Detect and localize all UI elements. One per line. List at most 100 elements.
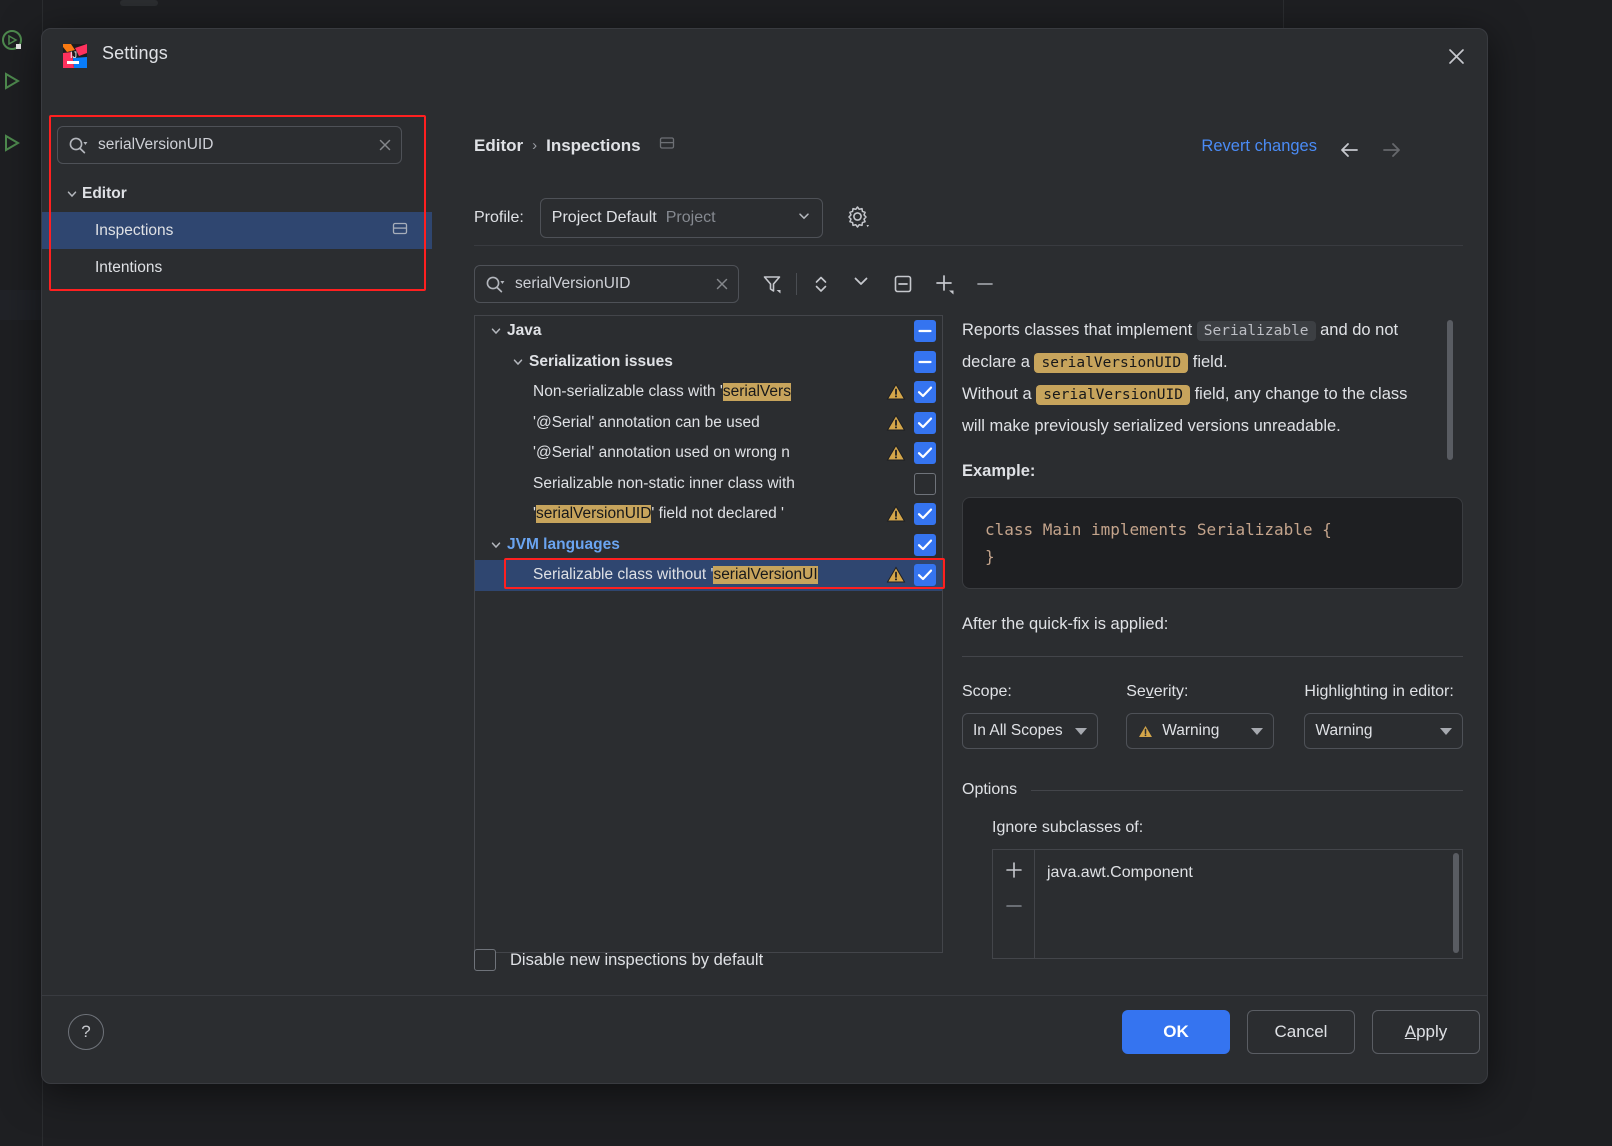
plus-icon[interactable] (928, 267, 962, 301)
editor-gutter (0, 0, 42, 1146)
collapse-all-icon[interactable] (844, 267, 878, 301)
minus-icon[interactable] (968, 267, 1002, 301)
tree-item-checkbox[interactable] (914, 320, 936, 343)
inspection-description-pane: Reports classes that implement Serializa… (962, 315, 1463, 995)
run-gutter-icon (2, 30, 24, 52)
severity-dropdown[interactable]: Warning (1126, 713, 1275, 749)
divider (1031, 789, 1463, 791)
minus-icon[interactable] (1001, 893, 1027, 919)
help-icon[interactable]: ? (68, 1014, 104, 1050)
options-label: Options (962, 781, 1018, 798)
minus-box-icon[interactable] (886, 267, 920, 301)
ignore-subclasses-list: java.awt.Component (992, 849, 1463, 959)
table-row[interactable]: 'serialVersionUID' field not declared ' (475, 499, 942, 530)
inspection-tree: Java Serialization issues Non-serializab… (474, 315, 945, 953)
search-icon (68, 136, 90, 154)
tree-item-label: JVM languages (507, 535, 620, 553)
section-divider (474, 245, 1463, 246)
warning-icon (886, 443, 906, 463)
clear-icon[interactable] (714, 276, 730, 292)
profile-scope: Project (665, 209, 716, 226)
description-scrollbar[interactable] (1447, 320, 1453, 460)
table-row[interactable]: Serialization issues (475, 347, 942, 378)
chevron-down-icon[interactable] (485, 325, 507, 337)
sidebar-tree: Editor Inspections Intentions (42, 175, 432, 286)
clear-icon[interactable] (377, 137, 393, 153)
severity-label: Severity: (1126, 683, 1189, 700)
tree-item-checkbox[interactable] (914, 350, 936, 373)
after-quickfix-label: After the quick-fix is applied: (962, 615, 1169, 633)
breadcrumb-parent[interactable]: Editor (474, 136, 523, 156)
settings-detail-pane: Editor › Inspections Revert changes Prof… (432, 83, 1487, 995)
profile-row: Profile: Project Default Project (432, 193, 873, 243)
table-row[interactable]: Serializable non-static inner class with (475, 469, 942, 500)
ok-button[interactable]: OK (1122, 1010, 1230, 1054)
sidebar-item-intentions[interactable]: Intentions (42, 249, 432, 286)
intellij-idea-icon: IJ (62, 43, 88, 69)
list-scrollbar[interactable] (1453, 853, 1459, 953)
tree-item-checkbox[interactable] (914, 381, 936, 404)
breadcrumb-current: Inspections (546, 135, 641, 155)
tree-item-checkbox[interactable] (914, 533, 936, 556)
tree-item-checkbox[interactable] (914, 411, 936, 434)
list-item[interactable]: java.awt.Component (1047, 860, 1462, 886)
tree-item-checkbox[interactable] (914, 472, 936, 495)
chevron-down-icon[interactable] (62, 188, 82, 200)
sidebar-item-label: Intentions (95, 258, 163, 276)
run-gutter-icon (2, 70, 24, 92)
sidebar-item-editor[interactable]: Editor (42, 175, 432, 212)
table-row[interactable]: '@Serial' annotation can be used (475, 408, 942, 439)
sidebar-item-inspections[interactable]: Inspections (42, 212, 432, 249)
apply-button[interactable]: Apply (1372, 1010, 1480, 1054)
inspection-search-input[interactable]: serialVersionUID (474, 265, 739, 303)
arrow-left-icon[interactable] (1337, 139, 1365, 161)
tree-item-label: Java (507, 322, 542, 340)
ignore-subclasses-label: Ignore subclasses of: (992, 819, 1144, 836)
dialog-footer: ? OK Cancel Apply (42, 995, 1487, 1083)
chevron-down-icon (1251, 727, 1264, 735)
editor-highlight-band (0, 290, 42, 320)
warning-icon (886, 413, 906, 433)
inspection-toolbar: serialVersionUID (432, 258, 1002, 310)
arrow-right-icon[interactable] (1379, 139, 1407, 161)
description-paragraph-1: Reports classes that implement Serializa… (962, 321, 1399, 373)
plus-icon[interactable] (1001, 857, 1027, 883)
tree-item-checkbox[interactable] (914, 503, 936, 526)
chevron-down-icon[interactable] (507, 356, 529, 368)
table-row[interactable]: Java (475, 316, 942, 347)
inspection-search-value: serialVersionUID (515, 275, 631, 292)
checkbox-box (474, 949, 496, 971)
search-input[interactable]: serialVersionUID (57, 126, 402, 164)
tree-item-checkbox[interactable] (914, 442, 936, 465)
cancel-button[interactable]: Cancel (1247, 1010, 1355, 1054)
disable-new-inspections-checkbox[interactable]: Disable new inspections by default (474, 949, 763, 971)
toolbar-separator (796, 273, 797, 295)
svg-text:IJ: IJ (70, 50, 77, 60)
tree-item-label: Non-serializable class with 'serialVers (533, 383, 791, 402)
scope-dropdown[interactable]: In All Scopes (962, 713, 1099, 749)
profile-dropdown[interactable]: Project Default Project (539, 198, 823, 238)
profile-value: Project Default (551, 209, 657, 226)
copy-settings-icon[interactable] (659, 135, 675, 156)
table-row[interactable]: JVM languages (475, 530, 942, 561)
profile-label: Profile: (474, 209, 524, 226)
table-row-selected[interactable]: Serializable class without 'serialVersio… (475, 560, 942, 591)
code-chip-serialversionuid: serialVersionUID (1034, 353, 1189, 373)
copy-settings-icon[interactable] (392, 220, 408, 241)
tree-item-checkbox[interactable] (914, 564, 936, 587)
filter-icon[interactable] (755, 267, 789, 301)
description-paragraph-2: Without a serialVersionUID field, any ch… (962, 385, 1408, 435)
close-icon[interactable] (1441, 41, 1471, 71)
gear-icon[interactable] (845, 204, 873, 232)
chevron-down-icon (1075, 727, 1088, 735)
table-row[interactable]: Non-serializable class with 'serialVers (475, 377, 942, 408)
tree-item-label: '@Serial' annotation can be used (533, 413, 760, 431)
checkbox-label: Disable new inspections by default (510, 950, 764, 969)
revert-changes-link[interactable]: Revert changes (1201, 137, 1317, 156)
chevron-down-icon[interactable] (485, 539, 507, 551)
table-row[interactable]: '@Serial' annotation used on wrong n (475, 438, 942, 469)
scope-label: Scope: (962, 683, 1012, 700)
highlighting-dropdown[interactable]: Warning (1304, 713, 1463, 749)
expand-collapse-icon[interactable] (804, 267, 838, 301)
breadcrumb: Editor › Inspections (474, 135, 675, 156)
